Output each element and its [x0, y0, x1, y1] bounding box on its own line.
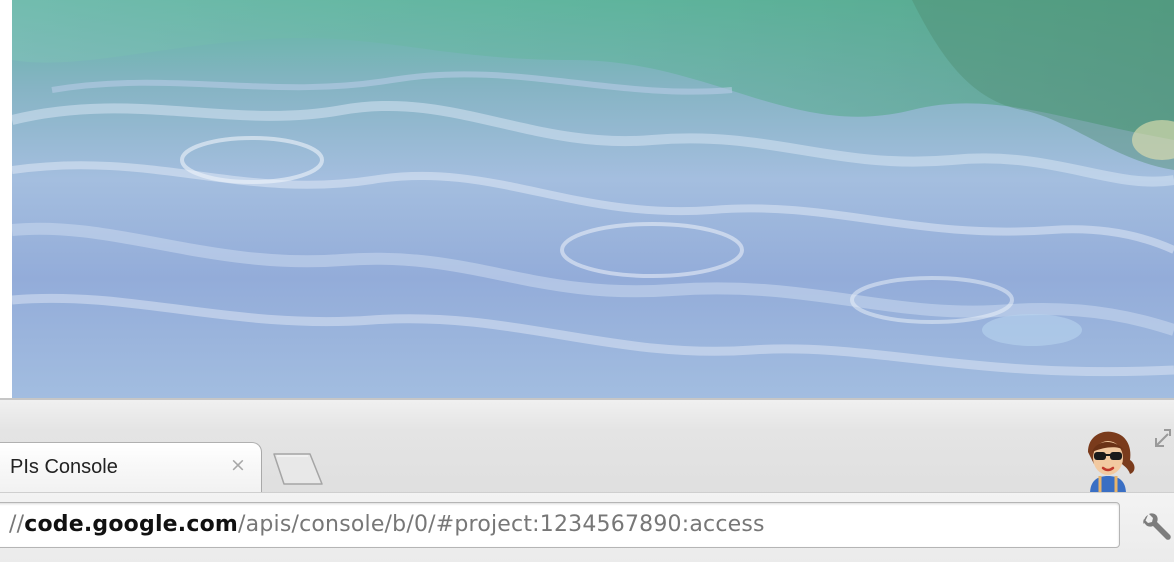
url-text: //code.google.com/apis/console/b/0/#proj… [9, 512, 765, 537]
tab-title: PIs Console [10, 456, 118, 478]
browser-window: PIs Console × //code.google.com/apis/con… [0, 398, 1174, 562]
screenshot: PIs Console × //code.google.com/apis/con… [0, 0, 1174, 562]
avatar[interactable] [1078, 428, 1138, 494]
url-domain: code.google.com [24, 512, 239, 537]
new-tab-icon[interactable] [270, 450, 326, 488]
url-scheme-fragment: // [9, 512, 25, 537]
close-icon[interactable]: × [228, 455, 248, 475]
resize-icon[interactable] [1150, 426, 1174, 450]
tab-apis-console[interactable]: PIs Console × [0, 442, 262, 494]
toolbar: //code.google.com/apis/console/b/0/#proj… [0, 492, 1174, 562]
url-path: /apis/console/b/0/#project:1234567890:ac… [238, 512, 765, 537]
tab-strip: PIs Console × [0, 398, 1174, 494]
wrench-icon[interactable] [1138, 509, 1174, 545]
address-bar[interactable]: //code.google.com/apis/console/b/0/#proj… [0, 502, 1120, 548]
desktop-wallpaper [12, 0, 1174, 398]
